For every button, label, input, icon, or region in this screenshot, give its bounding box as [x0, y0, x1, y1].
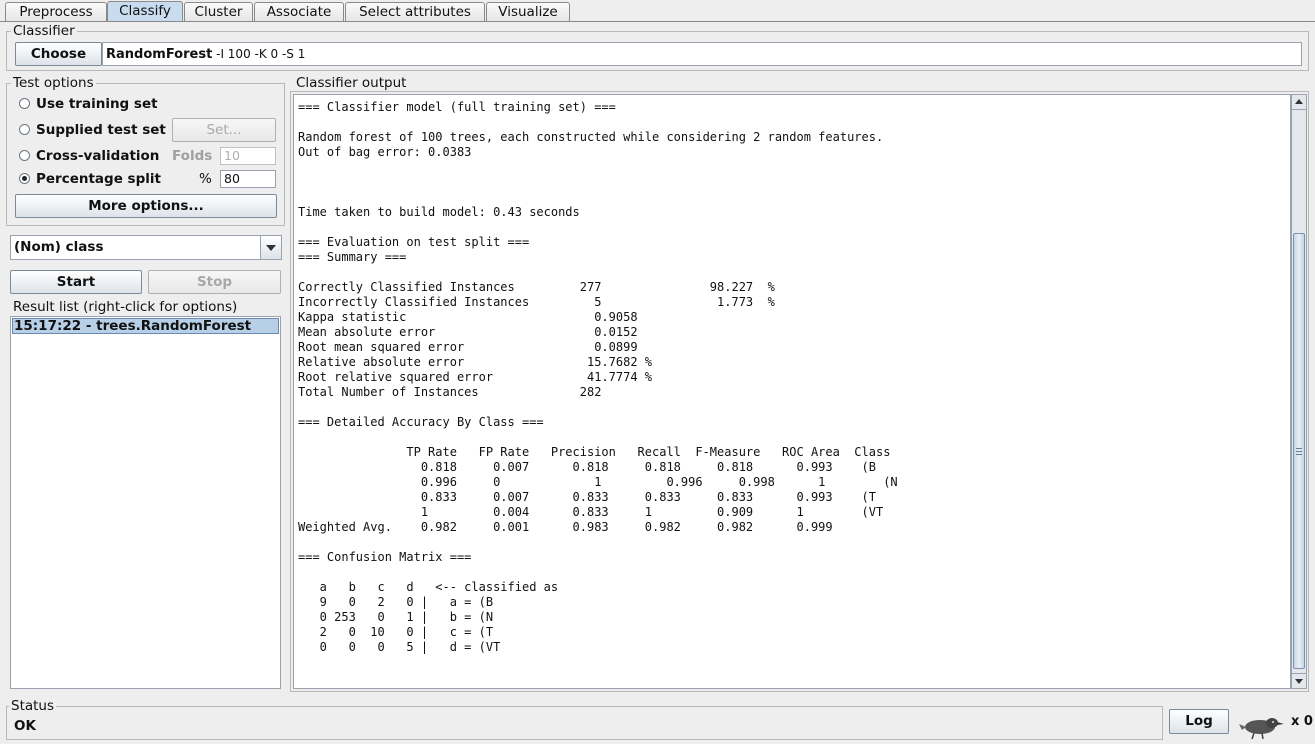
status-title: Status — [9, 698, 57, 714]
result-list-title: Result list (right-click for options) — [11, 299, 240, 315]
percentage-split-radio[interactable] — [19, 173, 30, 184]
status-group — [6, 706, 1163, 740]
tab-bar: Preprocess Classify Cluster Associate Se… — [0, 0, 1315, 22]
chevron-down-icon[interactable] — [260, 236, 281, 259]
weka-bird-icon[interactable] — [1238, 712, 1286, 740]
test-options-title: Test options — [11, 75, 96, 91]
tab-divider — [0, 21, 1315, 22]
use-training-label: Use training set — [36, 96, 158, 112]
scroll-thumb[interactable] — [1293, 233, 1305, 669]
tab-classify[interactable]: Classify — [107, 1, 183, 22]
status-text: OK — [14, 718, 36, 734]
percentage-split-label: Percentage split — [36, 171, 161, 187]
class-select-value: (Nom) class — [14, 239, 104, 255]
result-list[interactable]: 15:17:22 - trees.RandomForest — [10, 316, 281, 689]
percent-label: % — [199, 171, 212, 187]
classifier-name: RandomForest — [106, 47, 213, 62]
classifier-config-field[interactable]: RandomForest -I 100 -K 0 -S 1 — [102, 42, 1302, 66]
tab-associate[interactable]: Associate — [254, 2, 344, 21]
tab-preprocess[interactable]: Preprocess — [5, 2, 107, 21]
tab-cluster[interactable]: Cluster — [184, 2, 253, 21]
classifier-group-title: Classifier — [11, 23, 77, 39]
classifier-output-title: Classifier output — [294, 75, 409, 91]
class-select[interactable]: (Nom) class — [10, 235, 282, 260]
stop-button[interactable]: Stop — [148, 270, 281, 294]
scroll-down-icon[interactable] — [1292, 673, 1306, 688]
output-text: === Classifier model (full training set)… — [298, 100, 898, 654]
use-training-radio[interactable] — [19, 98, 30, 109]
choose-button[interactable]: Choose — [15, 42, 102, 66]
set-button[interactable]: Set... — [172, 118, 276, 142]
folds-label: Folds — [172, 148, 213, 164]
classifier-output-text[interactable]: === Classifier model (full training set)… — [293, 94, 1291, 689]
cross-validation-radio[interactable] — [19, 150, 30, 161]
folds-input[interactable]: 10 — [220, 147, 276, 165]
supplied-test-label: Supplied test set — [36, 122, 166, 138]
tab-visualize[interactable]: Visualize — [486, 2, 570, 21]
more-options-button[interactable]: More options... — [15, 194, 277, 218]
percent-input[interactable]: 80 — [220, 170, 276, 188]
supplied-test-radio[interactable] — [19, 124, 30, 135]
cross-validation-label: Cross-validation — [36, 148, 160, 164]
scroll-up-icon[interactable] — [1292, 95, 1306, 110]
tab-select-attributes[interactable]: Select attributes — [345, 2, 485, 21]
output-scrollbar[interactable] — [1291, 94, 1307, 689]
log-button[interactable]: Log — [1169, 709, 1229, 734]
list-item[interactable]: 15:17:22 - trees.RandomForest — [12, 318, 279, 334]
classifier-args: -I 100 -K 0 -S 1 — [212, 47, 306, 61]
start-button[interactable]: Start — [10, 270, 142, 294]
task-count: x 0 — [1291, 714, 1313, 729]
